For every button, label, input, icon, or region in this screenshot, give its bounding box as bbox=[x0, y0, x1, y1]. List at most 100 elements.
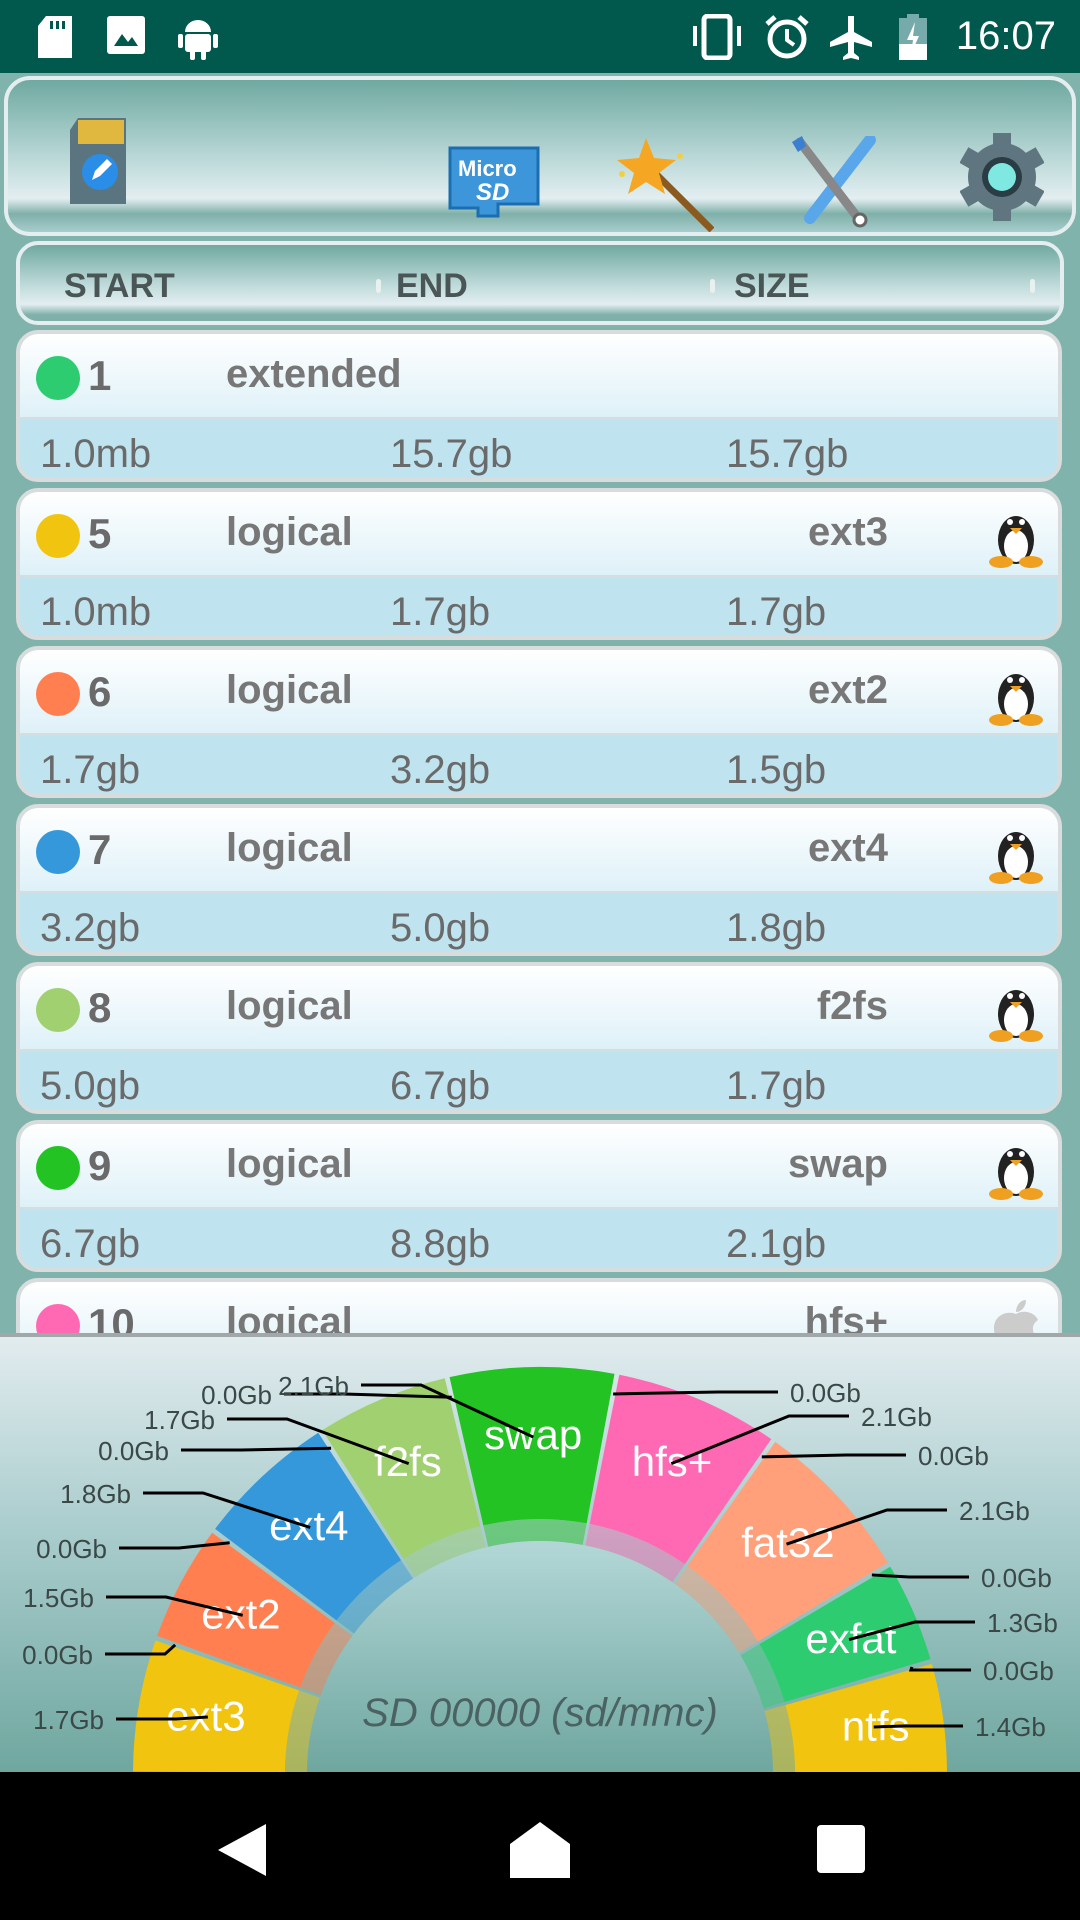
partition-filesystem: swap bbox=[787, 1142, 888, 1186]
column-header: START END SIZE bbox=[16, 241, 1064, 325]
linux-penguin-icon bbox=[989, 832, 1043, 884]
home-icon[interactable] bbox=[508, 1820, 572, 1880]
partition-type: logical bbox=[226, 984, 353, 1028]
chart-value-label: 1.3Gb bbox=[987, 1608, 1058, 1638]
header-start[interactable]: START bbox=[64, 267, 175, 306]
clock: 16:07 bbox=[955, 14, 1056, 58]
partition-filesystem: ext3 bbox=[807, 510, 888, 554]
partition-row-header: 7 logical ext4 bbox=[20, 808, 1058, 894]
partition-row[interactable]: 5 logical ext3 1.0mb 1.7gb 1.7gb bbox=[16, 488, 1062, 640]
settings-gear-icon[interactable] bbox=[960, 132, 1044, 222]
partition-row[interactable]: 7 logical ext4 3.2gb 5.0gb 1.8gb bbox=[16, 804, 1062, 956]
chart-value-label: 0.0Gb bbox=[981, 1563, 1052, 1593]
chart-value-label: 0.0Gb bbox=[201, 1380, 272, 1410]
chart-value-label: 0.0Gb bbox=[98, 1436, 169, 1466]
partition-type: logical bbox=[226, 826, 353, 870]
chart-value-label: 0.0Gb bbox=[918, 1441, 989, 1471]
leader-line bbox=[181, 1446, 332, 1452]
svg-text:Micro: Micro bbox=[458, 156, 517, 181]
partition-size: 1.5gb bbox=[726, 748, 827, 792]
partition-filesystem: f2fs bbox=[816, 984, 888, 1028]
header-end[interactable]: END bbox=[396, 267, 468, 306]
chart-segment-label: swap bbox=[484, 1411, 582, 1458]
chart-value-label: 0.0Gb bbox=[983, 1656, 1054, 1686]
partition-chart: ext3ext2ext4f2fsswaphfs+fat32exfatntfsSD… bbox=[22, 1367, 1058, 1774]
airplane-icon bbox=[830, 16, 872, 60]
partition-number: 8 bbox=[88, 984, 112, 1031]
partition-start: 1.0mb bbox=[40, 590, 152, 634]
sd-card-icon bbox=[38, 16, 72, 58]
chart-value-label: 1.5Gb bbox=[23, 1583, 94, 1613]
partition-start: 3.2gb bbox=[40, 906, 141, 950]
partition-row[interactable]: 10 logical hfs+ bbox=[16, 1278, 1062, 1335]
partition-row-header: 6 logical ext2 bbox=[20, 650, 1058, 736]
partition-end: 1.7gb bbox=[390, 590, 491, 634]
partition-start: 6.7gb bbox=[40, 1222, 141, 1266]
os-icon bbox=[988, 978, 1044, 1047]
partition-color-dot bbox=[36, 988, 80, 1032]
partition-row-header: 1 extended bbox=[20, 334, 1058, 420]
microsd-icon[interactable]: MicroSD bbox=[448, 146, 542, 218]
partition-row[interactable]: 1 extended 1.0mb 15.7gb 15.7gb bbox=[16, 330, 1062, 482]
leader-line bbox=[873, 1724, 963, 1729]
leader-line bbox=[761, 1453, 906, 1459]
partition-end: 8.8gb bbox=[390, 1222, 491, 1266]
partition-color-dot bbox=[36, 672, 80, 716]
chart-segment-label: f2fs bbox=[374, 1438, 442, 1485]
os-icon bbox=[988, 820, 1044, 889]
partition-number: 1 bbox=[88, 352, 112, 399]
linux-penguin-icon bbox=[989, 990, 1043, 1042]
partition-row[interactable]: 9 logical swap 6.7gb 8.8gb 2.1gb bbox=[16, 1120, 1062, 1272]
os-icon bbox=[988, 1294, 1044, 1335]
chart-value-label: 0.0Gb bbox=[22, 1640, 93, 1670]
svg-text:SD: SD bbox=[476, 179, 509, 206]
partition-color-dot bbox=[36, 1146, 80, 1190]
partition-number: 10 bbox=[88, 1300, 135, 1335]
column-divider bbox=[1030, 279, 1035, 293]
chart-value-label: 1.4Gb bbox=[975, 1712, 1046, 1742]
partition-size: 1.8gb bbox=[726, 906, 827, 950]
leader-line bbox=[613, 1390, 778, 1396]
partition-end: 5.0gb bbox=[390, 906, 491, 950]
alarm-icon bbox=[765, 15, 809, 59]
chart-value-label: 2.1Gb bbox=[959, 1496, 1030, 1526]
linux-penguin-icon bbox=[989, 674, 1043, 726]
linux-penguin-icon bbox=[989, 1148, 1043, 1200]
back-icon[interactable] bbox=[214, 1822, 268, 1878]
header-size[interactable]: SIZE bbox=[734, 267, 810, 306]
partition-color-dot bbox=[36, 514, 80, 558]
partition-number: 9 bbox=[88, 1142, 112, 1189]
sd-edit-icon[interactable] bbox=[64, 116, 134, 206]
partition-row-header: 5 logical ext3 bbox=[20, 492, 1058, 578]
recents-icon[interactable] bbox=[816, 1824, 866, 1874]
tools-icon[interactable] bbox=[790, 136, 876, 228]
partition-number: 6 bbox=[88, 668, 112, 715]
partition-row[interactable]: 8 logical f2fs 5.0gb 6.7gb 1.7gb bbox=[16, 962, 1062, 1114]
partition-filesystem: hfs+ bbox=[804, 1300, 888, 1335]
partition-filesystem: ext4 bbox=[807, 826, 888, 870]
chart-value-label: 2.1Gb bbox=[278, 1371, 349, 1401]
chart-value-label: 1.7Gb bbox=[33, 1705, 104, 1735]
partition-color-dot bbox=[36, 830, 80, 874]
partition-size: 1.7gb bbox=[726, 590, 827, 634]
chart-value-label: 1.8Gb bbox=[60, 1479, 131, 1509]
partition-row-header: 8 logical f2fs bbox=[20, 966, 1058, 1052]
partition-number: 5 bbox=[88, 510, 112, 557]
image-icon bbox=[107, 16, 145, 54]
partition-type: logical bbox=[226, 510, 353, 554]
navigation-bar bbox=[0, 1772, 1080, 1920]
android-icon bbox=[178, 20, 218, 60]
leader-line bbox=[871, 1573, 969, 1579]
magic-wand-icon[interactable] bbox=[614, 132, 714, 232]
partition-type: logical bbox=[226, 1300, 353, 1335]
partition-chart-panel: ext3 ext2 ext4 f2fs swap hfs+ fat32 exfat ntfs SD… bbox=[0, 1333, 1080, 1774]
chart-segment-label: hfs+ bbox=[632, 1438, 713, 1485]
os-icon bbox=[988, 1136, 1044, 1205]
chart-center-label: SD 00000 (sd/mmc) bbox=[362, 1691, 718, 1735]
partition-row[interactable]: 6 logical ext2 1.7gb 3.2gb 1.5gb bbox=[16, 646, 1062, 798]
partition-size: 1.7gb bbox=[726, 1064, 827, 1108]
vibrate-icon bbox=[693, 14, 741, 60]
partition-color-dot bbox=[36, 356, 80, 400]
os-icon bbox=[988, 662, 1044, 731]
partition-list[interactable]: 1 extended 1.0mb 15.7gb 15.7gb 5 logical… bbox=[0, 328, 1080, 1335]
